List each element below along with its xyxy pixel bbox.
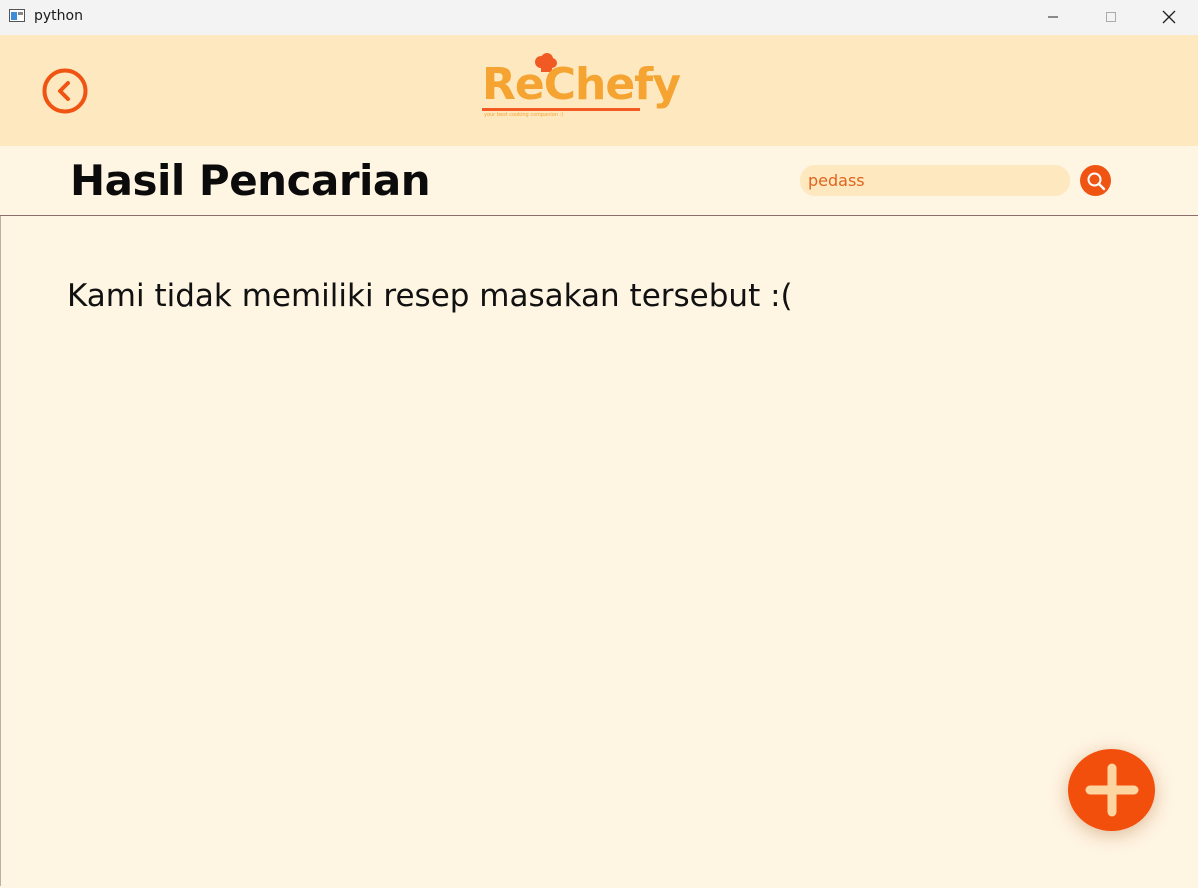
maximize-button[interactable] bbox=[1088, 0, 1134, 34]
page-title: Hasil Pencarian bbox=[70, 156, 431, 205]
maximize-icon bbox=[1106, 12, 1116, 22]
window-titlebar: python bbox=[0, 0, 1198, 35]
rechefy-logo: ReChefy your best cooking companion :) bbox=[478, 51, 681, 123]
chevron-left-circle-icon bbox=[42, 68, 88, 114]
app-icon bbox=[9, 9, 25, 22]
app-header: ReChefy your best cooking companion :) bbox=[0, 35, 1198, 146]
window-title: python bbox=[34, 8, 83, 24]
close-icon bbox=[1162, 10, 1176, 24]
plus-icon bbox=[1085, 763, 1138, 817]
search-bar-row: Hasil Pencarian bbox=[0, 146, 1198, 216]
minimize-icon bbox=[1048, 16, 1058, 18]
back-button[interactable] bbox=[42, 68, 88, 114]
empty-results-message: Kami tidak memiliki resep masakan terseb… bbox=[67, 278, 793, 314]
results-area: Kami tidak memiliki resep masakan terseb… bbox=[0, 216, 1198, 886]
close-button[interactable] bbox=[1146, 0, 1192, 34]
search-button[interactable] bbox=[1080, 165, 1111, 196]
search-icon bbox=[1087, 172, 1105, 190]
logo-underline bbox=[482, 108, 640, 111]
add-recipe-button[interactable] bbox=[1068, 749, 1155, 831]
minimize-button[interactable] bbox=[1030, 0, 1076, 34]
logo-text: ReChefy bbox=[482, 59, 681, 110]
search-input[interactable] bbox=[800, 165, 1070, 196]
logo-tagline: your best cooking companion :) bbox=[484, 112, 564, 118]
